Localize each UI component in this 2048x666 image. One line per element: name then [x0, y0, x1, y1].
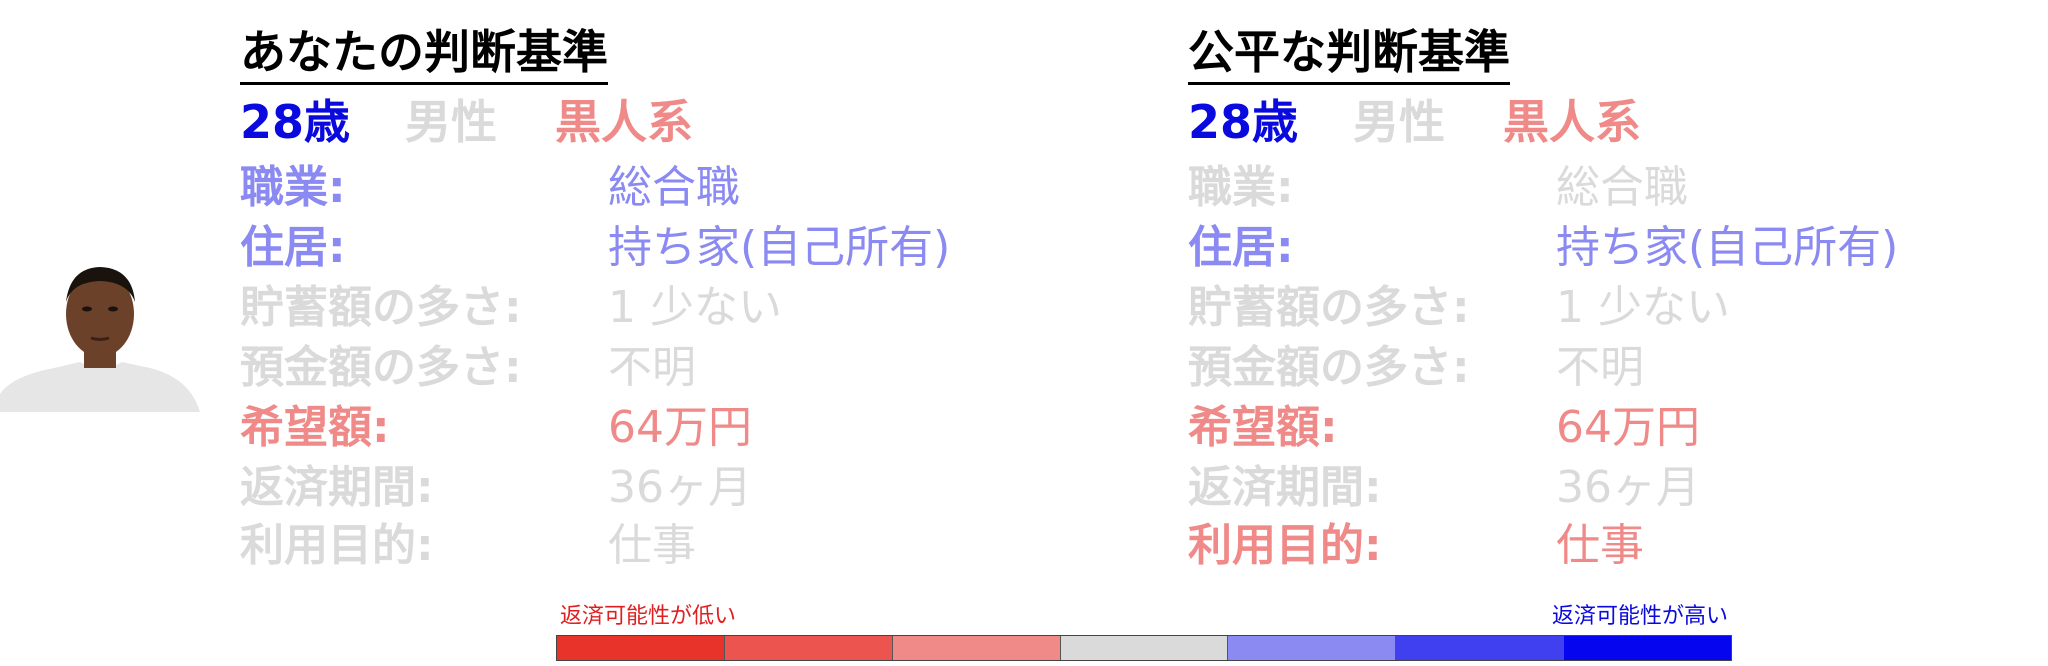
- color-scale-segment: [1396, 636, 1565, 660]
- attribute-row-residence: 住居: 持ち家(自己所有): [1188, 218, 2048, 278]
- attribute-label: 希望額:: [1188, 402, 1338, 453]
- legend-low-label: 返済可能性が低い: [560, 604, 737, 629]
- attribute-label: 貯蓄額の多さ:: [1188, 282, 1470, 333]
- attribute-label: 職業:: [1188, 162, 1294, 213]
- attribute-value: 総合職: [1556, 162, 1688, 213]
- attribute-row-requested-amount: 希望額: 64万円: [1188, 398, 2048, 458]
- attribute-value: 不明: [608, 342, 696, 393]
- color-scale-segment: [724, 636, 893, 660]
- attribute-row-repayment-period: 返済期間: 36ヶ月: [1188, 458, 2048, 518]
- attribute-label: 職業:: [240, 162, 346, 213]
- attribute-value: 仕事: [1556, 520, 1644, 571]
- attribute-label: 希望額:: [240, 402, 390, 453]
- attribute-row-deposits: 預金額の多さ: 不明: [240, 338, 1140, 398]
- color-scale-bar: [556, 635, 1732, 661]
- attribute-value: 36ヶ月: [1556, 462, 1700, 513]
- attribute-value: 不明: [1556, 342, 1644, 393]
- attribute-row-deposits: 預金額の多さ: 不明: [1188, 338, 2048, 398]
- attribute-value: 64万円: [608, 402, 752, 453]
- color-scale-segment: [892, 636, 1061, 660]
- age-label: 28歳: [1188, 95, 1299, 149]
- ethnicity-label: 黒人系: [555, 95, 693, 149]
- attribute-value: 持ち家(自己所有): [608, 222, 951, 273]
- panel-fair-criteria: 公平な判断基準 28歳 男性 黒人系 職業: 総合職 住居: 持ち家(自己所有)…: [1188, 0, 2048, 600]
- attribute-row-savings: 貯蓄額の多さ: 1 少ない: [240, 278, 1140, 338]
- person-portrait-icon: [0, 267, 200, 412]
- attribute-label: 住居:: [240, 222, 346, 273]
- avatar-shirt: [0, 362, 200, 412]
- attribute-row-occupation: 職業: 総合職: [1188, 158, 2048, 218]
- legend-high-label: 返済可能性が高い: [1551, 604, 1728, 629]
- attribute-row-residence: 住居: 持ち家(自己所有): [240, 218, 1140, 278]
- attribute-value: 36ヶ月: [608, 462, 752, 513]
- attribute-label: 預金額の多さ:: [1188, 342, 1470, 393]
- attribute-row-repayment-period: 返済期間: 36ヶ月: [240, 458, 1140, 518]
- panel-title: あなたの判断基準: [240, 24, 608, 85]
- attribute-label: 利用目的:: [240, 520, 434, 571]
- attribute-label: 預金額の多さ:: [240, 342, 522, 393]
- color-scale-segment: [1564, 636, 1732, 660]
- attribute-row-requested-amount: 希望額: 64万円: [240, 398, 1140, 458]
- attribute-row-savings: 貯蓄額の多さ: 1 少ない: [1188, 278, 2048, 338]
- avatar-left-eye: [82, 306, 92, 312]
- attribute-row-occupation: 職業: 総合職: [240, 158, 1140, 218]
- avatar: [0, 262, 200, 412]
- attribute-value: 1 少ない: [608, 282, 782, 333]
- attribute-value: 1 少ない: [1556, 282, 1730, 333]
- attribute-value: 仕事: [608, 520, 696, 571]
- attribute-value: 64万円: [1556, 402, 1700, 453]
- gender-label: 男性: [1353, 95, 1445, 149]
- avatar-right-eye: [108, 306, 118, 312]
- color-scale-segment: [1228, 636, 1397, 660]
- panel-your-criteria: あなたの判断基準 28歳 男性 黒人系 職業: 総合職 住居: 持ち家(自己所有…: [240, 0, 1140, 600]
- attribute-label: 住居:: [1188, 222, 1294, 273]
- attribute-label: 返済期間:: [240, 462, 434, 513]
- ethnicity-label: 黒人系: [1503, 95, 1641, 149]
- attribute-label: 貯蓄額の多さ:: [240, 282, 522, 333]
- attribute-label: 返済期間:: [1188, 462, 1382, 513]
- attribute-row-purpose: 利用目的: 仕事: [1188, 516, 2048, 576]
- age-label: 28歳: [240, 95, 351, 149]
- panel-title: 公平な判断基準: [1188, 24, 1510, 85]
- repayment-likelihood-legend: 返済可能性が低い 返済可能性が高い: [556, 602, 1732, 662]
- color-scale-segment: [557, 636, 725, 660]
- attribute-label: 利用目的:: [1188, 520, 1382, 571]
- gender-label: 男性: [405, 95, 497, 149]
- attribute-row-purpose: 利用目的: 仕事: [240, 516, 1140, 576]
- attribute-value: 総合職: [608, 162, 740, 213]
- attribute-value: 持ち家(自己所有): [1556, 222, 1899, 273]
- avatar-mouth: [90, 336, 110, 341]
- color-scale-segment: [1060, 636, 1229, 660]
